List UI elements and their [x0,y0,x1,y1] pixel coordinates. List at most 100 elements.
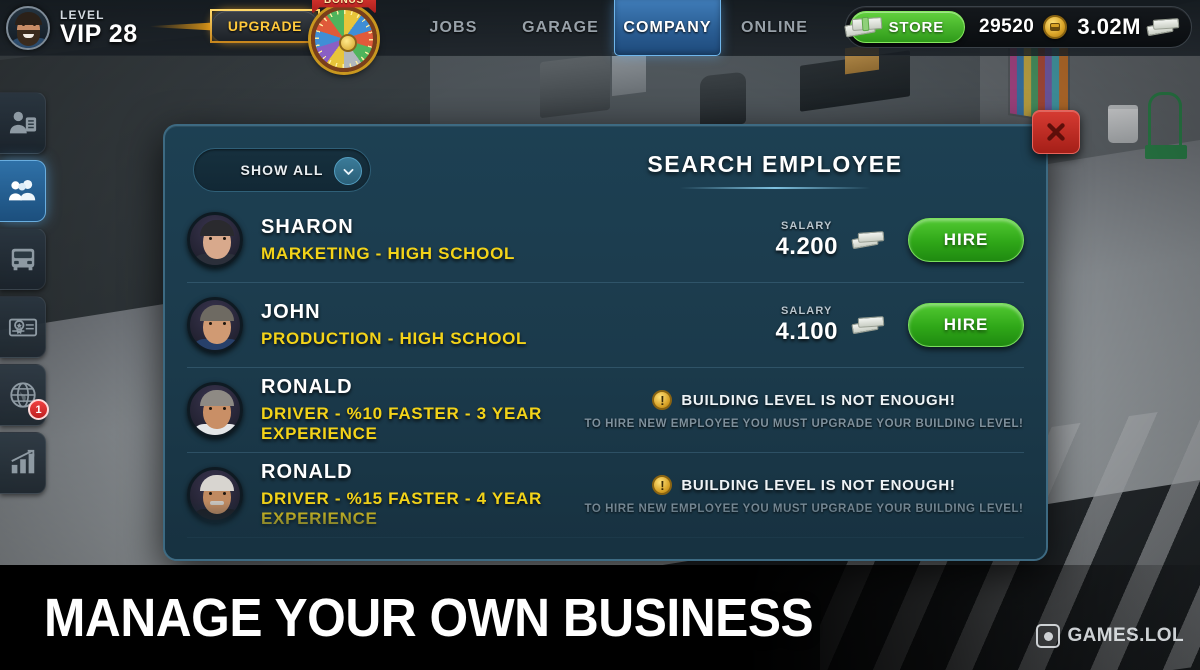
promo-banner: MANAGE YOUR OWN BUSINESS GAMES.LOL [0,565,1200,670]
avatar-face-icon [8,8,48,48]
salary-amount: 4.200 [775,232,838,260]
employee-role: DRIVER - %10 FASTER - 3 YEAR EXPERIENCE [261,404,542,443]
tab-garage[interactable]: GARAGE [507,0,614,56]
bonus-label: BONUS [323,0,365,6]
main-navigation: JOBS GARAGE COMPANY ONLINE [400,0,828,56]
warning-title: BUILDING LEVEL IS NOT ENOUGH! [681,391,956,409]
close-button[interactable] [1032,110,1080,154]
cash-stack-icon [851,314,886,336]
warning-subtext: TO HIRE NEW EMPLOYEE YOU MUST UPGRADE YO… [584,418,1024,430]
tab-online-label: ONLINE [740,19,809,36]
page-title: SEARCH EMPLOYEE [585,151,965,189]
vip-status-panel: LEVEL VIP 28 [6,2,144,54]
game-screen: LEVEL VIP 28 UPGRADE BONUS JOBS GARAGE C… [0,0,1200,670]
sidebar-item-staff-list[interactable] [0,92,46,154]
left-sidebar: 1 [0,92,49,494]
scene-chair [700,71,746,129]
salary-label: SALARY [781,304,833,317]
person-clipboard-icon [9,111,36,134]
scene-hand-truck [1145,92,1187,159]
employee-name: SHARON [261,216,354,238]
hire-button-label: HIRE [943,230,989,249]
chevron-down-icon[interactable] [334,157,362,185]
avatar [187,552,243,559]
store-button-label: STORE [888,18,944,36]
employee-info: RONALD DRIVER - %15 FASTER - 4 YEAR EXPE… [261,461,584,529]
tab-company-label: COMPANY [623,18,712,36]
sidebar-item-vehicles[interactable] [0,228,46,290]
title-underline [680,187,870,189]
avatar [187,212,243,268]
hire-button[interactable]: HIRE [908,303,1024,347]
salary-block: SALARY 4.100 HIRE [775,303,1024,347]
status-badge: BUILDING LEVEL IS NOT ENOUGH! TO HIRE NE… [584,475,1024,515]
employee-info: JOHN PRODUCTION - HIGH SCHOOL [261,301,775,349]
tab-jobs-label: JOBS [429,19,478,36]
cash-stack-icon-secondary [1146,16,1181,38]
top-bar: LEVEL VIP 28 UPGRADE BONUS JOBS GARAGE C… [0,0,1200,72]
warning-icon [652,475,673,495]
bus-token-icon [1043,15,1068,39]
avatar [187,382,243,438]
dialog-title-text: SEARCH EMPLOYEE [647,151,903,177]
scene-trash-bin [1108,105,1138,143]
upgrade-button-label: UPGRADE [227,18,303,34]
bus-icon [11,248,34,271]
spin-wheel-icon [311,6,377,72]
table-row[interactable]: PATRICK [187,538,1024,559]
employee-name: RONALD [261,376,353,398]
sidebar-item-world[interactable]: 1 [0,364,49,426]
warning-icon [652,390,673,410]
filter-dropdown-label: SHOW ALL [240,162,324,178]
certificate-icon [8,318,37,337]
avatar [187,467,243,523]
filter-dropdown[interactable]: SHOW ALL [193,148,371,192]
vip-level-value: VIP 28 [60,20,138,48]
employee-list: SHARON MARKETING - HIGH SCHOOL SALARY 4.… [165,198,1046,559]
employee-role: PRODUCTION - HIGH SCHOOL [261,329,528,348]
cash-amount: 3.02M [1077,14,1141,39]
table-row[interactable]: SHARON MARKETING - HIGH SCHOOL SALARY 4.… [187,198,1024,283]
avatar [187,297,243,353]
tab-garage-label: GARAGE [522,19,599,36]
hire-button-label: HIRE [943,315,989,334]
bonus-wheel-button[interactable]: BONUS [303,0,385,72]
tab-company[interactable]: COMPANY [614,0,721,56]
tab-online[interactable]: ONLINE [721,0,828,56]
upgrade-flare: UPGRADE [150,9,320,43]
salary-block: SALARY 4.200 HIRE [775,218,1024,262]
salary-amount: 4.100 [775,317,838,345]
currency-bar: STORE 29520 3.02M [843,6,1192,48]
cash-stack-icon [843,14,885,41]
salary-label: SALARY [781,219,833,232]
watermark: GAMES.LOL [1036,624,1184,648]
bar-chart-icon [10,449,34,474]
world-badge-count: 1 [28,399,49,420]
sidebar-item-statistics[interactable] [0,432,46,494]
table-row[interactable]: RONALD DRIVER - %15 FASTER - 4 YEAR EXPE… [187,453,1024,538]
watermark-text: GAMES.LOL [1067,625,1184,646]
people-group-icon [8,179,35,201]
employee-name: JOHN [261,301,321,323]
dialog-header: SHOW ALL SEARCH EMPLOYEE [165,126,1046,198]
banner-headline: MANAGE YOUR OWN BUSINESS [44,588,814,648]
employee-info: SHARON MARKETING - HIGH SCHOOL [261,216,775,264]
employee-role: DRIVER - %15 FASTER - 4 YEAR EXPERIENCE [261,489,542,528]
games-lol-logo-icon [1036,624,1061,648]
search-employee-dialog: SHOW ALL SEARCH EMPLOYEE SHARON MARKETIN… [163,124,1048,561]
table-row[interactable]: RONALD DRIVER - %10 FASTER - 3 YEAR EXPE… [187,368,1024,453]
status-badge: BUILDING LEVEL IS NOT ENOUGH! TO HIRE NE… [584,390,1024,430]
cash-stack-icon [851,229,886,251]
avatar[interactable] [6,6,50,50]
warning-title: BUILDING LEVEL IS NOT ENOUGH! [681,476,956,494]
table-row[interactable]: JOHN PRODUCTION - HIGH SCHOOL SALARY 4.1… [187,283,1024,368]
sidebar-item-licenses[interactable] [0,296,46,358]
employee-role: MARKETING - HIGH SCHOOL [261,244,516,263]
close-icon [1047,123,1065,141]
store-button[interactable]: STORE [843,11,965,43]
tab-jobs[interactable]: JOBS [400,0,507,56]
hire-button[interactable]: HIRE [908,218,1024,262]
employee-name: RONALD [261,461,353,483]
warning-subtext: TO HIRE NEW EMPLOYEE YOU MUST UPGRADE YO… [584,503,1024,515]
sidebar-item-employees[interactable] [0,160,46,222]
